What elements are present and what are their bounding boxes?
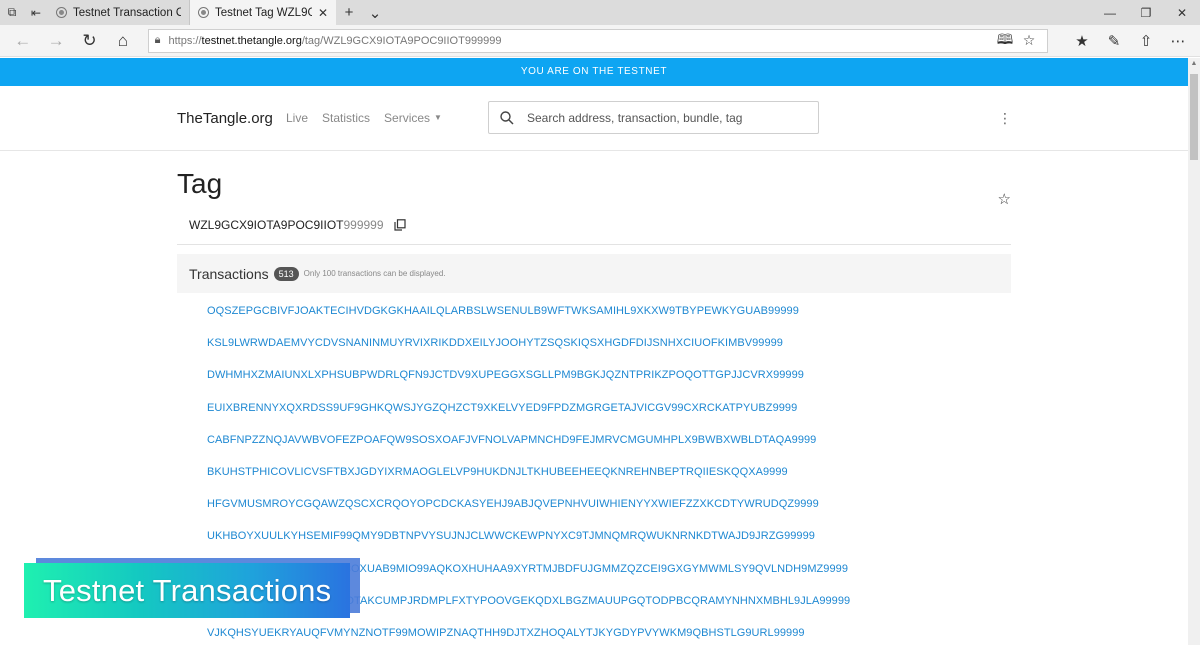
tab-actions-icon[interactable]: ⧉: [0, 0, 24, 25]
tab-testnet-tag[interactable]: Testnet Tag WZL9GCX9I ✕: [190, 0, 336, 25]
tag-value: WZL9GCX9IOTA9POC9IIOT 999999: [189, 216, 1011, 234]
tab-back-icon[interactable]: ⇤: [24, 0, 48, 25]
window-close-icon[interactable]: ✕: [1164, 0, 1200, 25]
transaction-link[interactable]: HFGVMUSMROYCGQAWZQSCXCRQOYOPCDCKASYEHJ9A…: [207, 498, 1011, 530]
transaction-link[interactable]: KSL9LWRWDAEMVYCDVSNANINMUYRVIXRIKDDXEILY…: [207, 337, 1011, 369]
transactions-note: Only 100 transactions can be displayed.: [303, 269, 446, 278]
share-icon[interactable]: ⇧: [1130, 26, 1162, 56]
badge-label: Testnet Transactions: [24, 563, 350, 618]
browser-toolbar: ★ ✎ ⇧ ⋯: [1066, 26, 1194, 56]
reading-view-icon[interactable]: 🕮︎: [993, 29, 1017, 53]
site-favicon-icon: [198, 7, 209, 18]
overlay-badge: Testnet Transactions: [24, 558, 360, 618]
search-icon: [500, 110, 514, 125]
url-host: testnet.thetangle.org: [201, 34, 302, 47]
transaction-link[interactable]: VJKQHSYUEKRYAUQFVMYNZNOTF99MOWIPZNAQTHH9…: [207, 627, 1011, 645]
transaction-link[interactable]: OQSZEPGCBIVFJOAKTECIHVDGKGKHAAILQLARBSLW…: [207, 305, 1011, 337]
favorite-star-icon[interactable]: ☆: [1017, 32, 1041, 49]
transaction-link[interactable]: EUIXBRENNYXQXRDSS9UF9GHKQWSJYGZQHZCT9XKE…: [207, 402, 1011, 434]
site-logo[interactable]: TheTangle.org: [177, 110, 273, 127]
pen-icon[interactable]: ✎: [1098, 26, 1130, 56]
divider: [177, 244, 1011, 245]
refresh-icon[interactable]: ↻: [73, 26, 106, 56]
transaction-link[interactable]: BKUHSTPHICOVLICVSFTBXJGDYIXRMAOGLELVP9HU…: [207, 466, 1011, 498]
main-nav: Live Statistics Services ▼: [286, 111, 442, 125]
url-scheme: https://: [168, 34, 202, 47]
page-scrollbar[interactable]: ▲: [1188, 58, 1200, 645]
caret-down-icon: ▼: [434, 113, 442, 122]
search-input[interactable]: [527, 110, 797, 125]
transaction-link[interactable]: CABFNPZZNQJAVWBVOFEZPOAFQW9SOSXOAFJVFNOL…: [207, 434, 1011, 466]
transaction-link[interactable]: DWHMHXZMAIUNXLXPHSUBPWDRLQFN9JCTDV9XUPEG…: [207, 369, 1011, 401]
minimize-icon[interactable]: —: [1092, 0, 1128, 25]
tab-label: Testnet Tag WZL9GCX9I: [215, 6, 312, 19]
favorites-hub-icon[interactable]: ★: [1066, 26, 1098, 56]
nav-statistics[interactable]: Statistics: [322, 111, 370, 125]
copy-icon[interactable]: [393, 219, 406, 231]
more-icon[interactable]: ⋯: [1162, 26, 1194, 56]
nav-services[interactable]: Services ▼: [384, 111, 442, 125]
browser-address-bar: ← → ↻ ⌂ 🔒︎ https:// testnet.thetangle.or…: [0, 25, 1200, 57]
kebab-menu-icon[interactable]: ⋮: [998, 110, 1012, 127]
back-icon[interactable]: ←: [6, 26, 39, 56]
star-icon[interactable]: ☆: [998, 190, 1011, 208]
close-tab-icon[interactable]: ✕: [318, 6, 328, 20]
tab-testnet-transaction[interactable]: Testnet Transaction OQSZEF: [48, 0, 190, 25]
site-favicon-icon: [56, 7, 67, 18]
testnet-banner: YOU ARE ON THE TESTNET: [0, 58, 1188, 86]
home-icon[interactable]: ⌂: [106, 26, 139, 56]
browser-tab-bar: ⧉ ⇤ Testnet Transaction OQSZEF Testnet T…: [0, 0, 1200, 25]
chevron-down-icon[interactable]: ⌄: [362, 0, 388, 25]
restore-icon[interactable]: ❐: [1128, 0, 1164, 25]
transactions-header: Transactions 513 Only 100 transactions c…: [177, 254, 1011, 293]
lock-icon: 🔒︎: [154, 34, 161, 46]
url-path: /tag/WZL9GCX9IOTA9POC9IIOT999999: [301, 34, 502, 47]
search-box[interactable]: [488, 101, 819, 134]
scrollbar-thumb[interactable]: [1190, 74, 1198, 160]
nav-live[interactable]: Live: [286, 111, 308, 125]
transactions-count-badge: 513: [273, 266, 299, 281]
forward-icon[interactable]: →: [39, 26, 72, 56]
window-controls: — ❐ ✕: [1092, 0, 1200, 25]
page-title: Tag: [177, 168, 223, 199]
new-tab-icon[interactable]: +: [336, 0, 362, 25]
page-viewport: YOU ARE ON THE TESTNET TheTangle.org Liv…: [0, 58, 1188, 645]
scroll-up-icon[interactable]: ▲: [1188, 58, 1200, 70]
url-field[interactable]: 🔒︎ https:// testnet.thetangle.org /tag/W…: [147, 28, 1048, 53]
transactions-heading: Transactions: [189, 265, 269, 282]
site-header: TheTangle.org Live Statistics Services ▼ …: [0, 86, 1188, 151]
tab-label: Testnet Transaction OQSZEF: [73, 6, 181, 19]
